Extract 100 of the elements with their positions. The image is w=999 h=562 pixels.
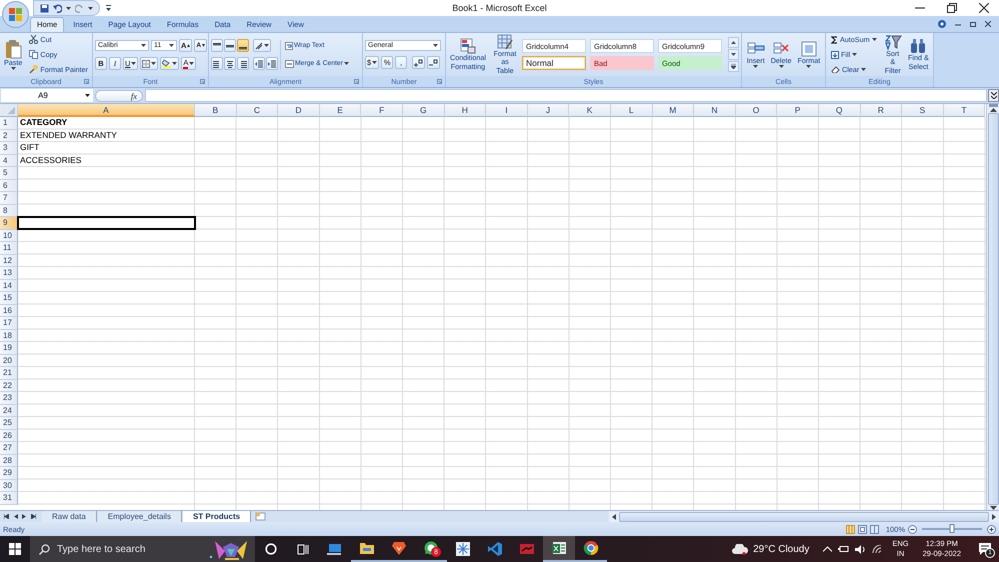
align-right-button[interactable] <box>237 57 249 70</box>
column-header[interactable]: E <box>320 104 362 117</box>
task-view-icon[interactable] <box>297 544 309 554</box>
column-header[interactable]: F <box>361 104 403 117</box>
column-header[interactable]: J <box>528 104 570 117</box>
bottom-align-button[interactable] <box>237 39 249 52</box>
row-header[interactable]: 19 <box>0 342 18 354</box>
row-header[interactable]: 14 <box>0 280 18 292</box>
row-header[interactable]: 9 <box>0 217 18 230</box>
row-header[interactable]: 31 <box>0 492 18 504</box>
decrease-decimal-button[interactable] <box>427 56 440 69</box>
restore-icon[interactable] <box>970 21 976 27</box>
column-header[interactable]: G <box>402 104 445 117</box>
caret-icon[interactable] <box>344 62 349 65</box>
caret-icon[interactable] <box>85 94 90 97</box>
row-header[interactable]: 15 <box>0 292 18 304</box>
caret-icon[interactable] <box>433 44 438 47</box>
insert-function-button[interactable]: fx <box>95 90 143 102</box>
row-header[interactable]: 24 <box>0 404 18 417</box>
row-header[interactable]: 26 <box>0 430 18 442</box>
row-header[interactable]: 2 <box>0 130 18 142</box>
scrollbar-thumb[interactable] <box>988 113 998 505</box>
row-header[interactable]: 25 <box>0 417 18 430</box>
column-header[interactable]: S <box>902 104 944 117</box>
battery-icon[interactable] <box>838 545 850 553</box>
last-sheet-icon[interactable] <box>31 514 36 519</box>
cortana-circle-icon[interactable] <box>265 543 277 555</box>
caret-icon[interactable] <box>151 62 156 65</box>
column-header[interactable]: D <box>278 104 320 117</box>
column-header[interactable]: H <box>444 104 486 117</box>
more-styles-button[interactable] <box>728 61 739 72</box>
row-header[interactable]: 18 <box>0 330 18 342</box>
scroll-right-icon[interactable] <box>992 514 996 520</box>
first-sheet-icon[interactable] <box>4 514 9 519</box>
middle-align-button[interactable] <box>224 39 236 52</box>
row-header[interactable]: 27 <box>0 442 18 454</box>
row-header[interactable]: 20 <box>0 354 18 367</box>
top-align-button[interactable] <box>211 39 223 52</box>
decrease-indent-button[interactable] <box>253 57 265 70</box>
scroll-left-icon[interactable] <box>612 514 616 520</box>
zoom-slider-thumb[interactable] <box>950 524 954 533</box>
speaker-icon[interactable] <box>855 544 866 554</box>
column-header[interactable]: A <box>18 104 195 117</box>
sheet-tab[interactable]: ST Products <box>182 511 252 522</box>
row-header[interactable]: 16 <box>0 304 18 317</box>
row-header[interactable]: 11 <box>0 242 18 254</box>
row-header[interactable]: 21 <box>0 367 18 380</box>
column-header[interactable]: T <box>944 104 986 117</box>
caret-icon[interactable] <box>88 6 93 10</box>
increase-indent-button[interactable] <box>266 57 278 70</box>
cloud-icon[interactable] <box>732 544 748 554</box>
caret-icon[interactable] <box>172 62 178 65</box>
align-left-button[interactable] <box>211 57 223 70</box>
row-header[interactable]: 17 <box>0 317 18 330</box>
column-header[interactable]: R <box>860 104 902 117</box>
caret-icon[interactable] <box>872 38 877 41</box>
row-header[interactable]: 29 <box>0 467 18 480</box>
caret-icon[interactable] <box>372 61 378 64</box>
row-header[interactable]: 30 <box>0 480 18 492</box>
chevron-up-icon[interactable] <box>823 546 832 552</box>
caret-icon[interactable] <box>10 67 16 70</box>
formula-input[interactable] <box>145 89 987 102</box>
caret-icon[interactable] <box>169 44 174 47</box>
caret-icon[interactable] <box>66 6 71 10</box>
scroll-down-button[interactable] <box>728 49 739 60</box>
caret-icon[interactable] <box>131 62 136 65</box>
row-header[interactable]: 22 <box>0 380 18 392</box>
zoom-out-icon[interactable] <box>908 524 917 534</box>
close-icon[interactable] <box>985 21 991 27</box>
row-header[interactable]: 10 <box>0 230 18 242</box>
customize-toolbar-icon[interactable] <box>106 4 111 12</box>
help-icon[interactable] <box>938 20 946 28</box>
active-cell[interactable] <box>17 216 196 230</box>
previous-sheet-icon[interactable] <box>13 514 18 519</box>
caret-icon[interactable] <box>806 65 812 68</box>
column-header[interactable]: K <box>569 104 611 117</box>
split-handle-icon[interactable] <box>988 104 998 108</box>
taskbar-app[interactable] <box>543 536 575 562</box>
row-header[interactable]: 1 <box>0 117 18 130</box>
caret-icon[interactable] <box>778 65 784 68</box>
zoom-in-icon[interactable] <box>987 524 996 534</box>
column-header[interactable]: L <box>610 104 653 117</box>
column-header[interactable]: P <box>777 104 819 117</box>
column-header[interactable]: O <box>736 104 778 117</box>
row-header[interactable]: 3 <box>0 142 18 154</box>
row-header[interactable]: 12 <box>0 254 18 267</box>
cell-style-swatch[interactable]: Normal <box>522 56 586 70</box>
weather-text[interactable]: 29°C Cloudy <box>753 544 810 554</box>
column-header[interactable]: I <box>486 104 528 117</box>
caret-icon[interactable] <box>264 44 269 47</box>
scroll-up-button[interactable] <box>728 37 739 48</box>
row-header[interactable]: 13 <box>0 267 18 280</box>
increase-decimal-button[interactable] <box>412 56 426 69</box>
close-icon[interactable] <box>979 3 989 13</box>
caret-icon[interactable] <box>861 68 866 71</box>
sheet-tab[interactable]: Employee_details <box>98 511 182 522</box>
search-field[interactable]: Type here to search <box>30 536 255 562</box>
wifi-icon[interactable] <box>872 544 882 554</box>
save-icon[interactable] <box>40 4 49 12</box>
row-header[interactable]: 28 <box>0 454 18 467</box>
